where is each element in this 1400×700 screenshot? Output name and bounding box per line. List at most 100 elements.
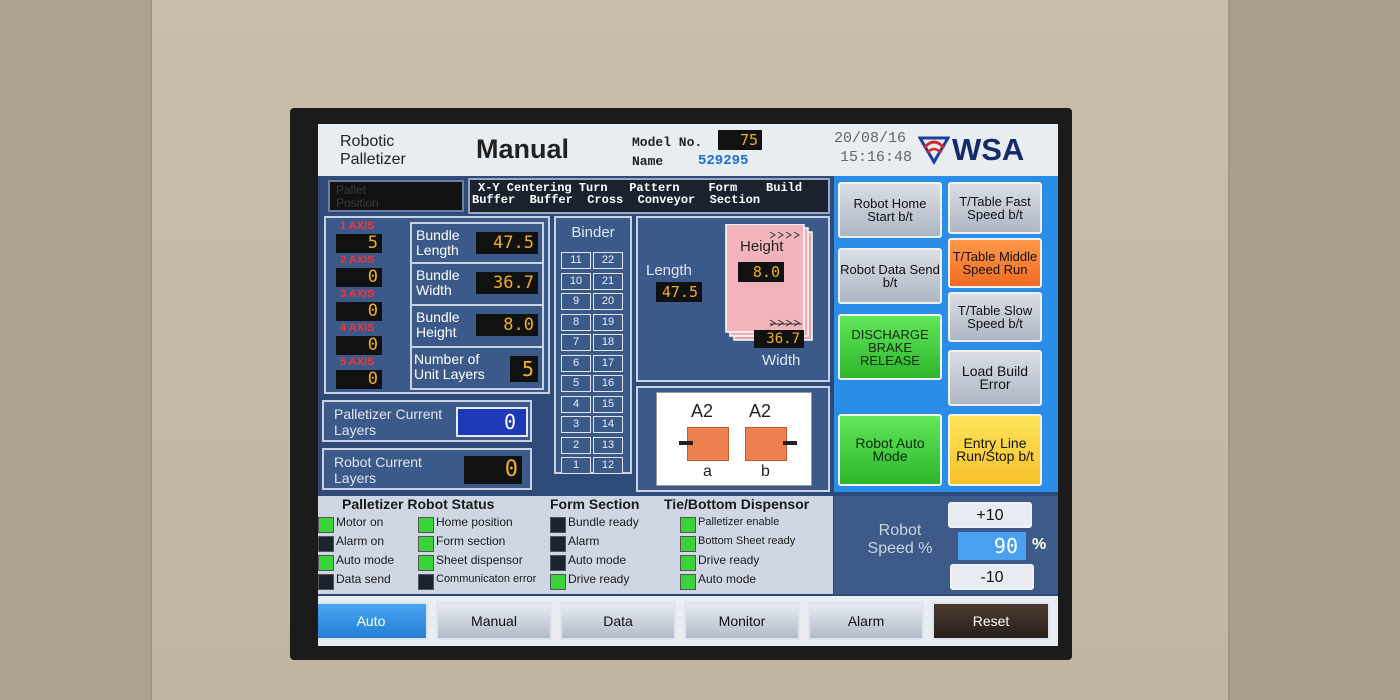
palletizer-layers-panel: Palletizer Current Layers 0 (322, 400, 532, 442)
conveyor-header-row2: Buffer Buffer Cross Conveyor Section (472, 193, 761, 207)
turntable-middle-speed-button[interactable]: T/Table Middle Speed Run (948, 238, 1042, 288)
unit-layers-label: Number of Unit Layers (414, 351, 485, 382)
diagram-height-value: 8.0 (738, 262, 784, 282)
speed-minus-button[interactable]: -10 (950, 564, 1034, 590)
binder-cell[interactable]: 16 (593, 375, 623, 392)
status-led-icon (318, 555, 334, 571)
binder-cell[interactable]: 14 (593, 416, 623, 433)
binder-cell[interactable]: 10 (561, 272, 591, 290)
binder-cell[interactable]: 12 (593, 457, 623, 474)
robot-home-start-button[interactable]: Robot Home Start b/t (838, 182, 942, 238)
tab-auto[interactable]: Auto (318, 602, 428, 640)
robot-speed-label: Robot Speed % (867, 522, 933, 557)
diagram-height-label: Height (740, 238, 784, 255)
binder-cell[interactable]: 6 (561, 354, 591, 372)
name-label: Name (632, 154, 664, 169)
status-area: Palletizer Robot Status Form Section Tie… (318, 496, 833, 594)
app-title-line2: Palletizer (340, 151, 406, 168)
pallet-position-label: Pallet Position (336, 183, 379, 210)
pattern-preview: A2 A2 a b (656, 392, 812, 486)
palletizer-robot-status-title: Palletizer Robot Status (342, 496, 495, 512)
status-text: Bottom Sheet ready (698, 535, 796, 547)
status-led-icon (418, 517, 434, 533)
binder-cell[interactable]: 3 (561, 416, 591, 433)
discharge-brake-release-button[interactable]: DISCHARGE BRAKE RELEASE (838, 314, 942, 380)
status-led-icon (550, 536, 566, 552)
speed-plus-button[interactable]: +10 (948, 502, 1032, 528)
robot-layers-value: 0 (464, 456, 522, 484)
binder-cell[interactable]: 9 (561, 293, 591, 310)
binder-cell[interactable]: 4 (561, 395, 591, 413)
status-led-icon (318, 574, 334, 590)
binder-cell[interactable]: 11 (561, 252, 591, 269)
binder-cell[interactable]: 15 (593, 395, 623, 413)
binder-cell[interactable]: 19 (593, 313, 623, 331)
tab-manual[interactable]: Manual (436, 602, 552, 640)
status-led-icon (550, 517, 566, 533)
binder-cell[interactable]: 8 (561, 313, 591, 331)
unit-layers-row: Number of Unit Layers 5 (410, 348, 544, 390)
status-text: Form section (436, 534, 506, 548)
tab-monitor[interactable]: Monitor (684, 602, 800, 640)
date-display: 20/08/16 (834, 130, 907, 147)
axis-5-value: 0 (336, 370, 382, 389)
turntable-slow-speed-button[interactable]: T/Table Slow Speed b/t (948, 292, 1042, 342)
robot-data-send-button[interactable]: Robot Data Send b/t (838, 248, 942, 304)
app-title-line1: Robotic (340, 133, 395, 150)
binder-cell[interactable]: 5 (561, 375, 591, 392)
robot-auto-mode-button[interactable]: Robot Auto Mode (838, 414, 942, 486)
binder-cell[interactable]: 20 (593, 293, 623, 310)
binder-cell[interactable]: 1 (561, 457, 591, 474)
axis-2-value: 0 (336, 268, 382, 287)
tab-data[interactable]: Data (560, 602, 676, 640)
status-led-icon (318, 517, 334, 533)
status-text: Auto mode (698, 572, 757, 586)
axis-3-value: 0 (336, 302, 382, 321)
binder-cell[interactable]: 21 (593, 272, 623, 290)
binder-cell[interactable]: 13 (593, 436, 623, 454)
robot-speed-panel: Robot Speed % +10 90 % -10 (834, 496, 1058, 594)
turntable-fast-speed-button[interactable]: T/Table Fast Speed b/t (948, 182, 1042, 234)
binder-title: Binder (571, 224, 615, 241)
bundle-width-label: Bundle Width (416, 267, 460, 298)
name-value: 529295 (698, 153, 749, 169)
axis-1-value: 5 (336, 234, 382, 253)
pattern-right-title: A2 (749, 401, 772, 421)
diagram-length-label: Length (646, 262, 692, 279)
tab-alarm[interactable]: Alarm (808, 602, 924, 640)
model-number-display: 75 (718, 130, 762, 150)
bundle-dimension-diagram: Length 47.5 Height 8.0 36.7 Width (636, 216, 830, 382)
pattern-marker-b (783, 441, 797, 445)
status-text: Sheet dispensor (436, 553, 523, 567)
conveyor-status-strip: X-Y Centering Turn Pattern Form Build Bu… (468, 178, 830, 214)
axis-5-label: 5 AXIS (340, 356, 375, 368)
binder-cell[interactable]: 22 (593, 252, 623, 269)
entry-line-run-stop-button[interactable]: Entry Line Run/Stop b/t (948, 414, 1042, 486)
form-section-title: Form Section (550, 496, 640, 512)
bundle-length-label: Bundle Length (416, 227, 460, 258)
binder-cell[interactable]: 18 (593, 334, 623, 351)
status-led-icon (680, 555, 696, 571)
bundle-length-value: 47.5 (476, 232, 538, 254)
status-text: Palletizer enable (698, 516, 780, 528)
axis-3-label: 3 AXIS (340, 288, 375, 300)
logo-text: WSA (952, 132, 1025, 167)
status-text: Alarm (568, 534, 600, 548)
load-build-error-button[interactable]: Load Build Error (948, 350, 1042, 406)
status-led-icon (550, 574, 566, 590)
status-led-icon (418, 536, 434, 552)
axis-4-value: 0 (336, 336, 382, 355)
bundle-height-value: 8.0 (476, 314, 538, 336)
unit-layers-value: 5 (510, 356, 538, 382)
bundle-height-row: Bundle Height 8.0 (410, 306, 544, 348)
binder-cell[interactable]: 7 (561, 334, 591, 351)
pattern-bundle-a (687, 427, 729, 461)
tab-reset[interactable]: Reset (932, 602, 1050, 640)
status-text: Bundle ready (568, 515, 639, 529)
robot-speed-unit: % (1032, 536, 1047, 553)
binder-cell[interactable]: 2 (561, 436, 591, 454)
status-text: Home position (436, 515, 513, 529)
status-led-icon (418, 555, 434, 571)
binder-cell[interactable]: 17 (593, 354, 623, 372)
diagram-width-value: 36.7 (754, 330, 804, 348)
